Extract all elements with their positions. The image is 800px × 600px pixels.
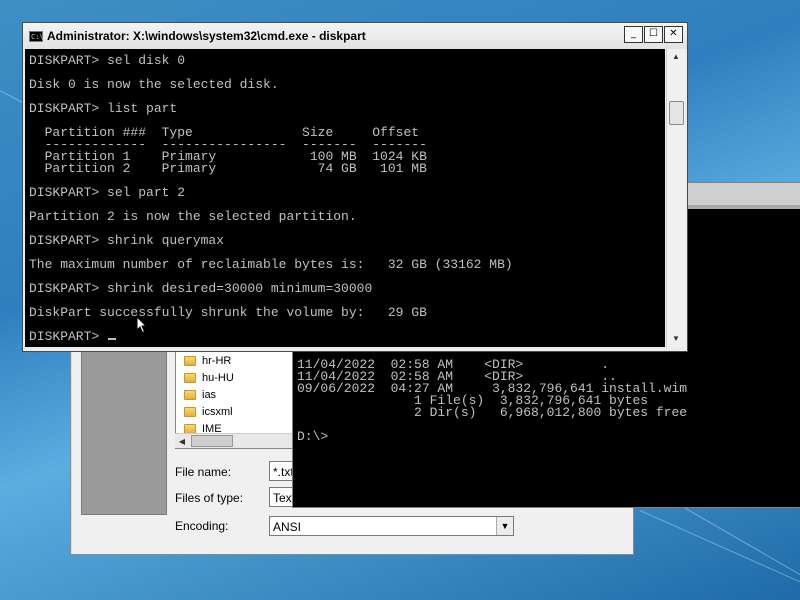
folder-icon bbox=[184, 406, 196, 417]
dir-output-line: 2 Dir(s) 6,968,012,800 bytes free bbox=[297, 405, 688, 420]
console-vscrollbar[interactable]: ▲ ▼ bbox=[666, 49, 685, 347]
encoding-label: Encoding: bbox=[175, 519, 229, 533]
console-output: DISKPART> sel disk 0 Disk 0 is now the s… bbox=[29, 53, 513, 344]
folder-item[interactable]: icsxml bbox=[176, 403, 294, 420]
console-prompt-line[interactable]: DISKPART> bbox=[29, 329, 513, 344]
dir-output-line bbox=[297, 419, 687, 431]
window-controls: _ ☐ ✕ bbox=[623, 26, 683, 43]
scroll-down-icon[interactable]: ▼ bbox=[667, 331, 685, 347]
folder-icon bbox=[184, 423, 196, 434]
minimize-button[interactable]: _ bbox=[624, 26, 643, 43]
console-line: DISKPART> shrink desired=30000 minimum=3… bbox=[29, 281, 373, 296]
folder-list-hscrollbar[interactable]: ◀ bbox=[175, 433, 293, 448]
wallpaper-streak bbox=[639, 510, 800, 593]
console-line: Partition 2 Primary 74 GB 101 MB bbox=[29, 161, 427, 176]
file-type-label: Files of type: bbox=[175, 491, 244, 505]
text-cursor bbox=[108, 338, 117, 340]
places-bar bbox=[81, 351, 167, 515]
folder-label: hu-HU bbox=[202, 371, 234, 384]
folder-label: icsxml bbox=[202, 405, 233, 418]
window-title: Administrator: X:\windows\system32\cmd.e… bbox=[47, 29, 366, 43]
console-output-area[interactable]: DISKPART> sel disk 0 Disk 0 is now the s… bbox=[25, 49, 665, 347]
cmd-titlebar[interactable]: C:\ Administrator: X:\windows\system32\c… bbox=[23, 23, 687, 49]
console-line: DISKPART> sel part 2 bbox=[29, 185, 186, 200]
folder-label: hr-HR bbox=[202, 354, 232, 367]
folder-label: ias bbox=[202, 388, 217, 401]
encoding-value: ANSI bbox=[273, 520, 302, 534]
folder-icon bbox=[184, 389, 196, 400]
console-line: DISKPART> shrink querymax bbox=[29, 233, 225, 248]
maximize-button[interactable]: ☐ bbox=[644, 26, 663, 43]
file-name-label: File name: bbox=[175, 465, 232, 479]
encoding-select[interactable]: ANSI ▼ bbox=[269, 516, 514, 536]
mouse-pointer-icon bbox=[136, 316, 148, 334]
console-line: Partition 2 is now the selected partitio… bbox=[29, 209, 357, 224]
chevron-down-icon[interactable]: ▼ bbox=[496, 517, 513, 535]
dir-output-line: D:\> bbox=[297, 429, 329, 444]
scroll-up-icon[interactable]: ▲ bbox=[667, 49, 685, 65]
dir-console-output: 11/04/2022 02:58 AM <DIR> . 11/04/2022 02… bbox=[297, 358, 688, 444]
folder-icon bbox=[184, 355, 196, 366]
console-line: The maximum number of reclaimable bytes … bbox=[29, 257, 513, 272]
folder-item[interactable]: hr-HR bbox=[176, 352, 294, 369]
folder-item[interactable]: ias bbox=[176, 386, 294, 403]
console-prompt: DISKPART> bbox=[29, 329, 108, 344]
scroll-thumb[interactable] bbox=[669, 101, 684, 125]
console-line: DISKPART> list part bbox=[29, 101, 178, 116]
folder-item[interactable]: hu-HU bbox=[176, 369, 294, 386]
cmd-window: C:\ Administrator: X:\windows\system32\c… bbox=[22, 22, 688, 352]
close-button[interactable]: ✕ bbox=[664, 26, 683, 43]
console-line: DISKPART> sel disk 0 bbox=[29, 53, 186, 68]
console-line: Disk 0 is now the selected disk. bbox=[29, 77, 279, 92]
scroll-thumb[interactable] bbox=[191, 435, 233, 447]
cmd-icon: C:\ bbox=[29, 30, 44, 42]
scroll-left-icon[interactable]: ◀ bbox=[175, 437, 189, 446]
console-line: DiskPart successfully shrunk the volume … bbox=[29, 305, 427, 320]
folder-icon bbox=[184, 372, 196, 383]
